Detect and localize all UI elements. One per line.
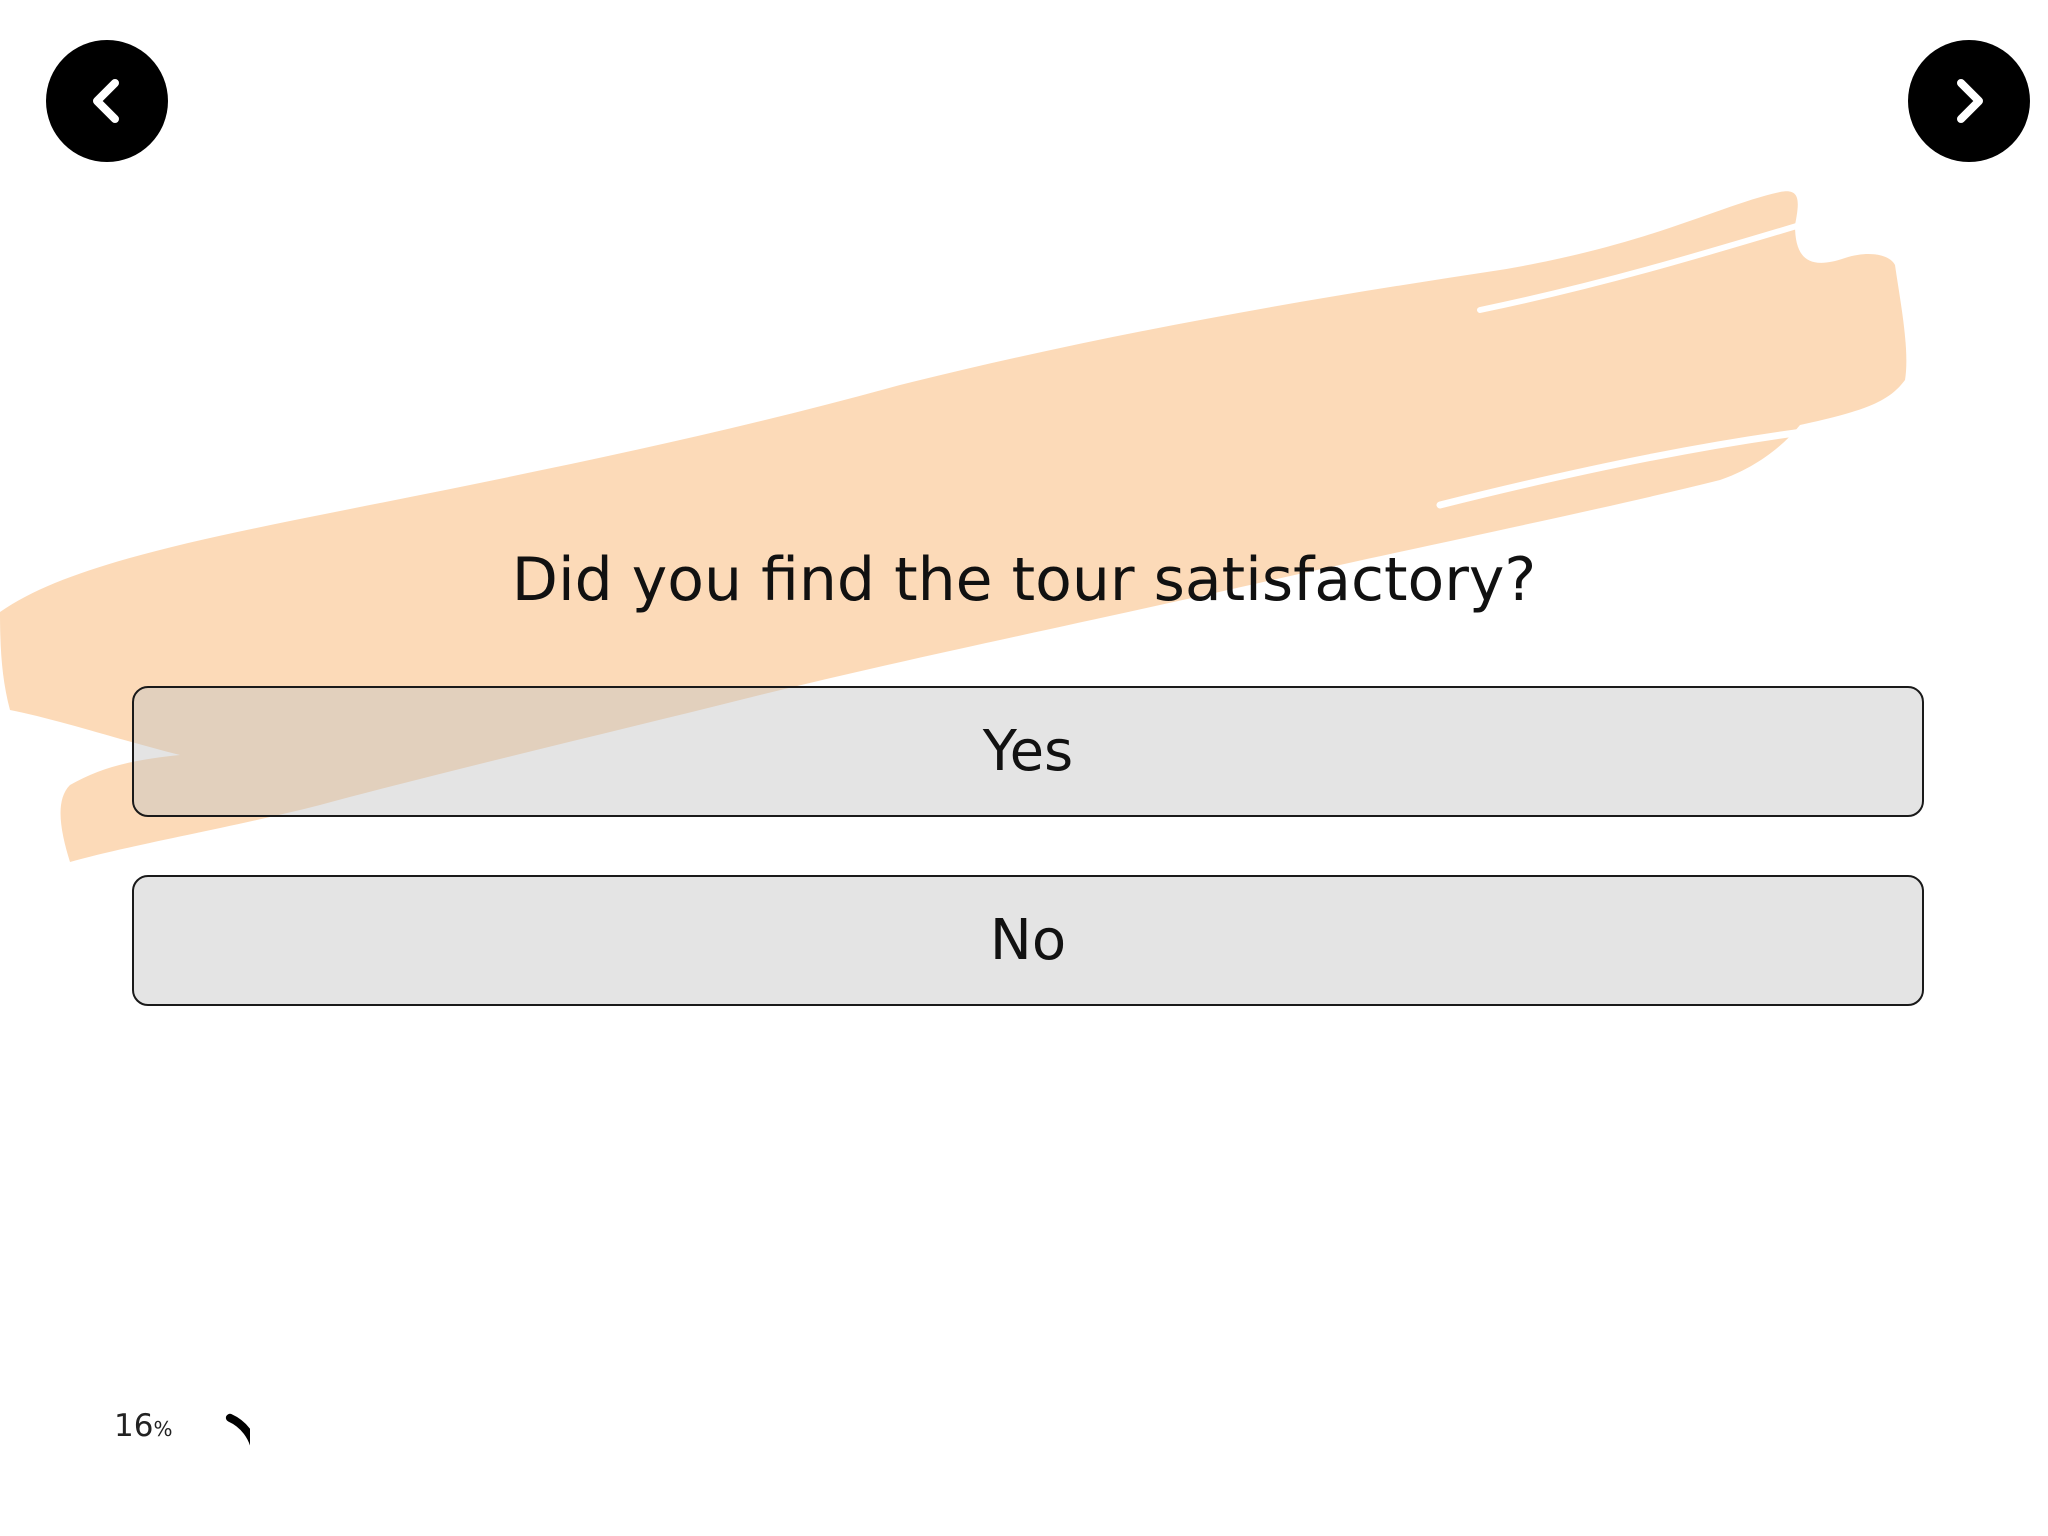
answer-option-no[interactable]: No — [132, 875, 1924, 1006]
chevron-left-icon — [93, 79, 119, 123]
chevron-right-icon — [1957, 79, 1983, 123]
answer-option-label: Yes — [982, 719, 1074, 784]
progress-arc — [225, 1413, 250, 1446]
progress-ring — [225, 1413, 250, 1446]
question-text: Did you find the tour satisfactory? — [511, 545, 1537, 615]
answer-option-yes[interactable]: Yes — [132, 686, 1924, 817]
next-button[interactable] — [1908, 40, 2030, 162]
previous-button[interactable] — [46, 40, 168, 162]
answer-option-label: No — [989, 908, 1067, 973]
survey-screen: Did you find the tour satisfactory? Yes … — [0, 0, 2048, 1536]
progress-indicator: 16% — [110, 1400, 250, 1510]
